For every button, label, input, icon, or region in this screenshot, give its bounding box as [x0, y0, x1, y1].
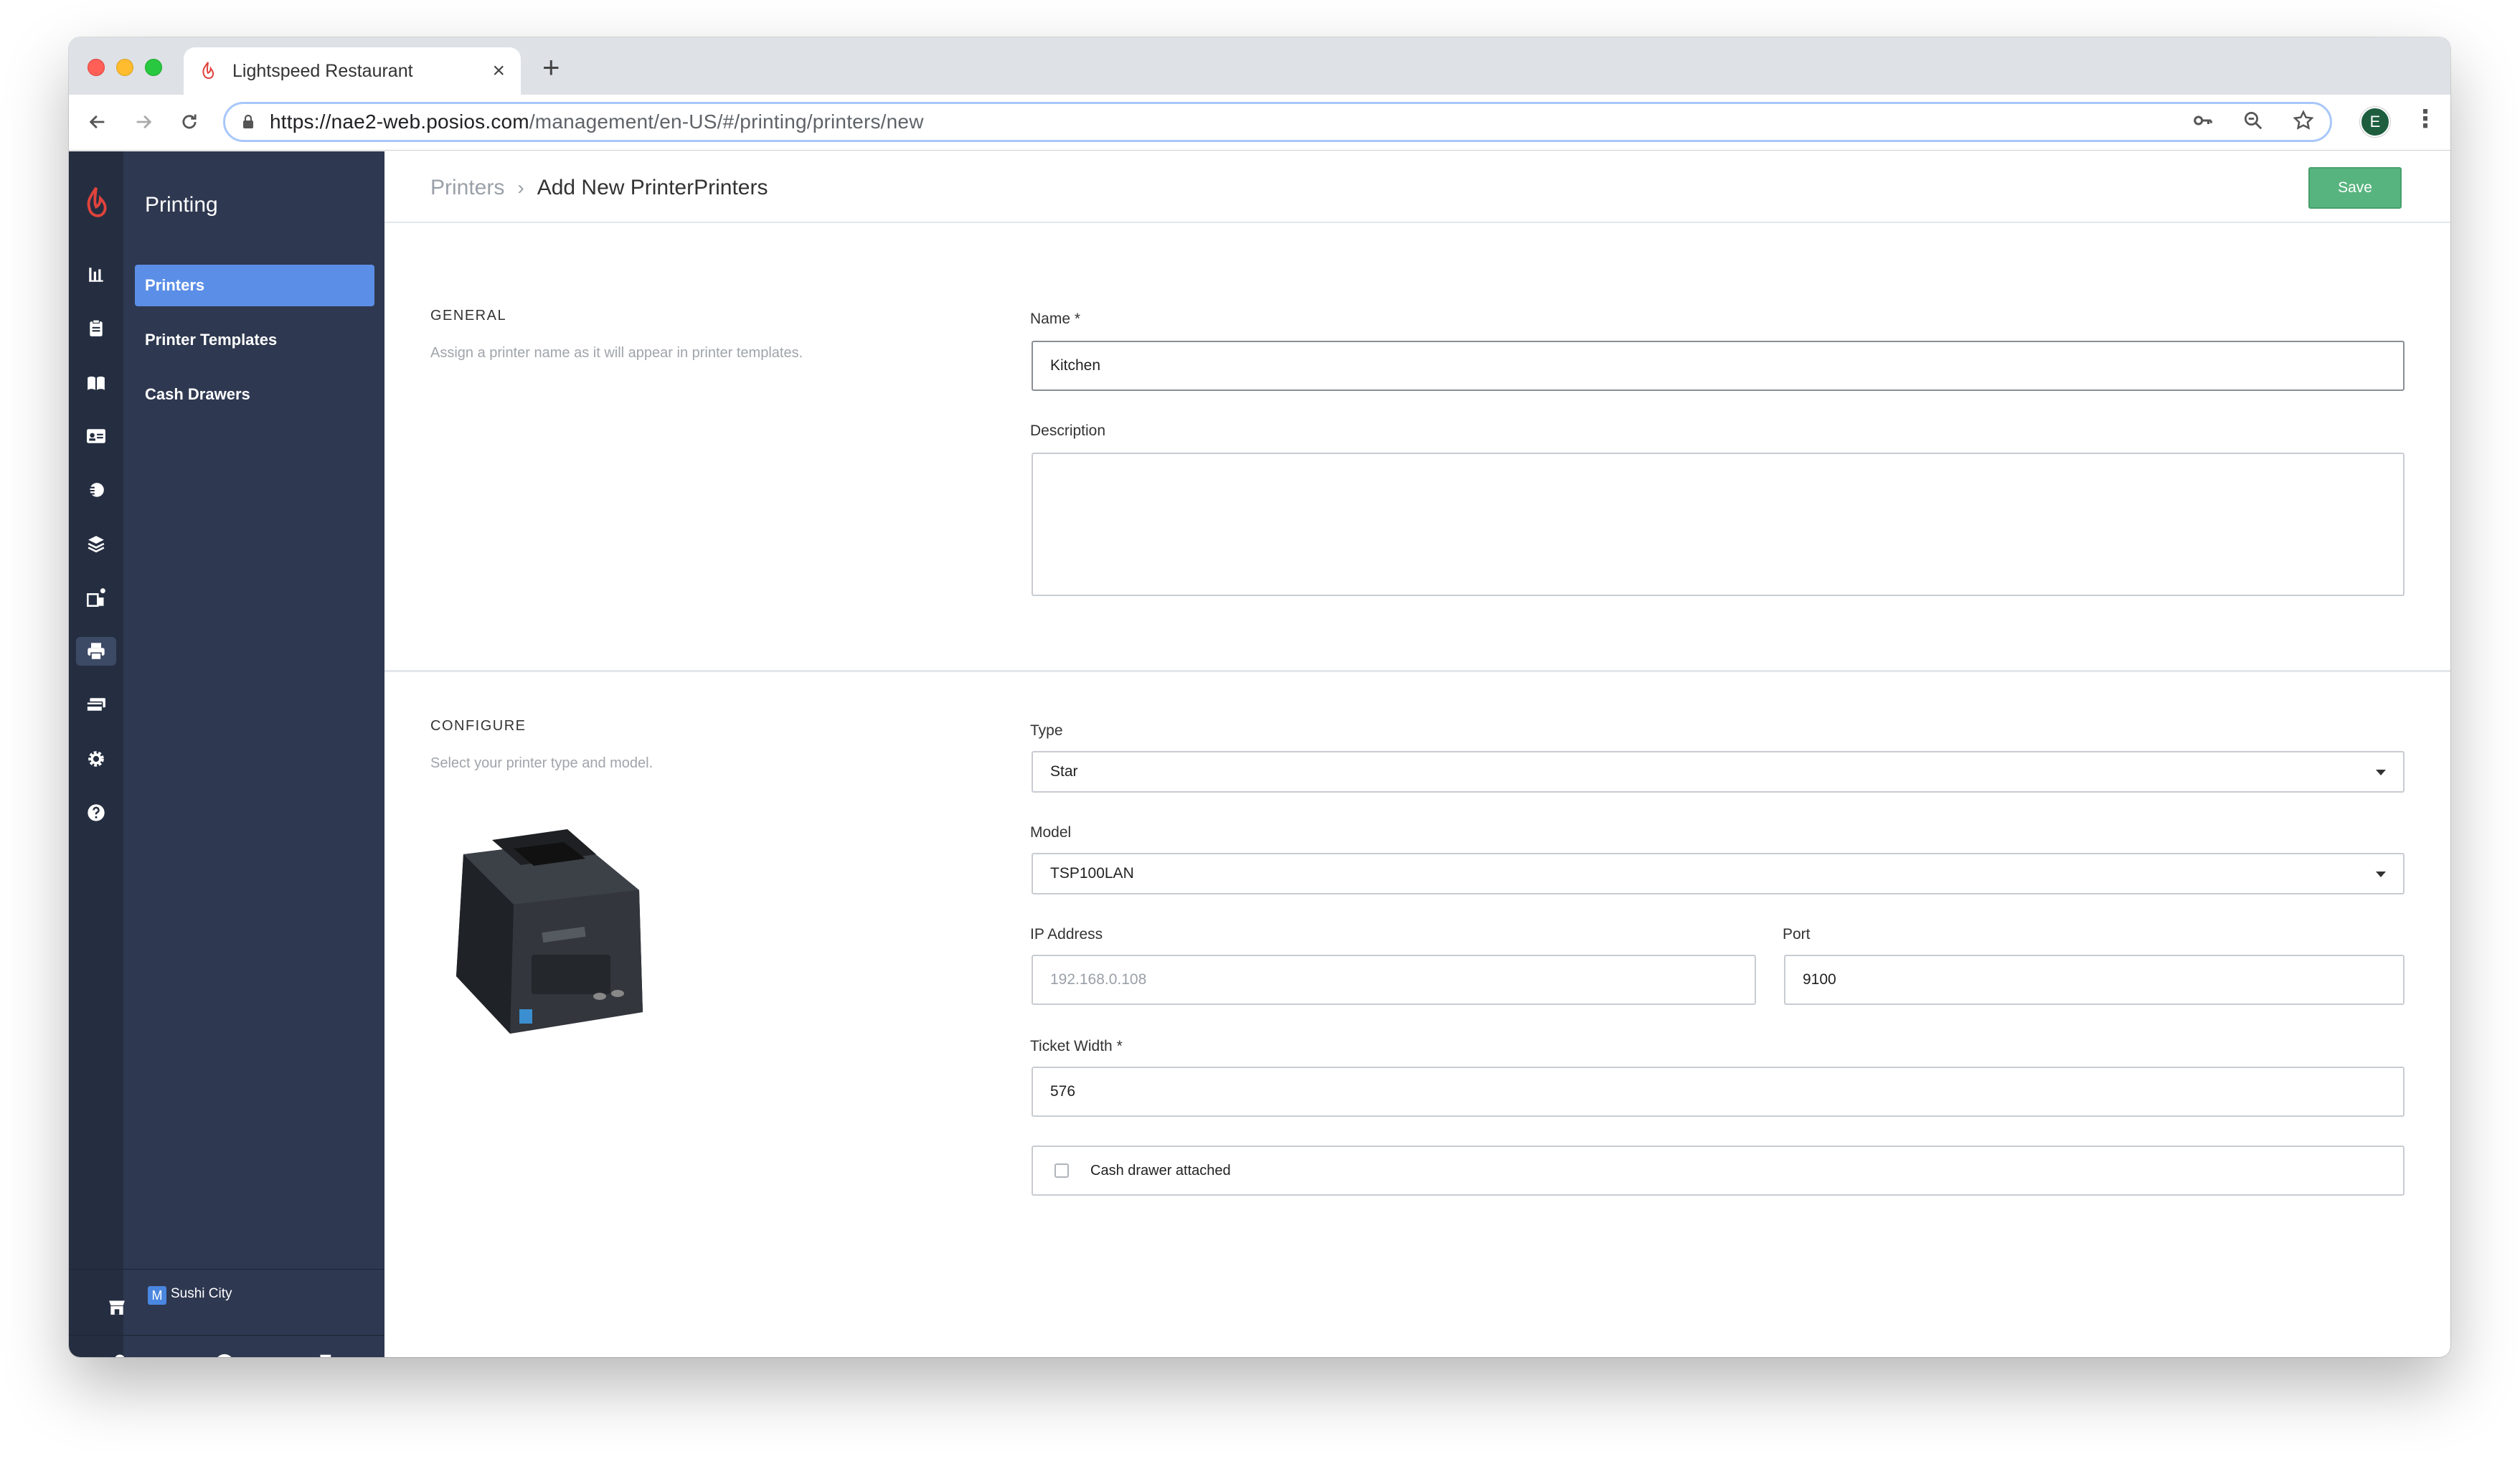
general-section-description: Assign a printer name as it will appear …	[430, 345, 803, 361]
address-bar[interactable]: https://nae2-web.posios.com/management/e…	[223, 102, 2332, 142]
lock-icon	[243, 115, 253, 128]
type-selected-value: Star	[1050, 763, 1078, 780]
icon-rail	[69, 151, 123, 1357]
tab-title: Lightspeed Restaurant	[232, 60, 413, 81]
store-name[interactable]: Sushi City	[171, 1286, 232, 1302]
help-icon[interactable]	[82, 798, 110, 827]
section-divider	[384, 670, 2450, 672]
lightspeed-logo-icon[interactable]	[83, 186, 109, 222]
chevron-down-icon	[2376, 770, 2386, 775]
printer-image	[456, 829, 643, 1034]
main-content: Printers › Add New PrinterPrinters Save …	[384, 151, 2450, 1357]
settings-gear-icon[interactable]	[82, 745, 110, 773]
ticket-width-label: Ticket Width *	[1030, 1038, 1123, 1054]
port-label: Port	[1783, 926, 1811, 943]
ip-address-field[interactable]: 192.168.0.108	[1032, 955, 1756, 1005]
new-tab-button[interactable]: +	[542, 50, 560, 85]
name-field[interactable]: Kitchen	[1032, 341, 2405, 391]
browser-toolbar: https://nae2-web.posios.com/management/e…	[69, 95, 2450, 151]
divider	[69, 1335, 384, 1336]
logout-icon[interactable]	[318, 1353, 341, 1357]
sidebar-item-cash-drawers[interactable]: Cash Drawers	[135, 374, 374, 415]
page-header: Printers › Add New PrinterPrinters Save	[384, 151, 2450, 223]
general-section-title: GENERAL	[430, 308, 507, 324]
configure-section-description: Select your printer type and model.	[430, 755, 653, 771]
port-field[interactable]: 9100	[1784, 955, 2405, 1005]
cash-drawer-option[interactable]: Cash drawer attached	[1032, 1146, 2405, 1196]
cash-drawer-label: Cash drawer attached	[1090, 1162, 1231, 1179]
name-label: Name *	[1030, 311, 1081, 327]
description-label: Description	[1030, 422, 1106, 439]
reload-icon[interactable]	[174, 106, 205, 138]
reports-icon[interactable]	[82, 260, 110, 289]
layers-icon[interactable]	[82, 529, 110, 558]
browser-window: Lightspeed Restaurant × + https://nae2-w…	[69, 37, 2450, 1357]
maximize-window-button[interactable]	[145, 59, 162, 76]
type-label: Type	[1030, 722, 1063, 739]
menu-icon[interactable]: ⋮	[2413, 105, 2438, 133]
notifications-bell-icon[interactable]	[109, 1353, 131, 1357]
payments-icon[interactable]	[82, 691, 110, 719]
close-window-button[interactable]	[88, 59, 105, 76]
devices-icon[interactable]	[82, 583, 110, 612]
loyalty-icon[interactable]	[82, 476, 110, 504]
star-icon[interactable]	[2293, 110, 2314, 131]
key-icon[interactable]	[2192, 110, 2214, 131]
breadcrumb: Printers › Add New PrinterPrinters	[430, 176, 768, 200]
profile-avatar[interactable]: E	[2360, 107, 2390, 137]
model-select[interactable]: TSP100LAN	[1032, 853, 2405, 894]
ticket-width-field[interactable]: 576	[1032, 1067, 2405, 1117]
subnav-title: Printing	[145, 193, 218, 217]
cash-drawer-checkbox[interactable]	[1054, 1163, 1069, 1178]
save-button[interactable]: Save	[2308, 167, 2402, 209]
url-text: https://nae2-web.posios.com/management/e…	[270, 110, 924, 133]
model-label: Model	[1030, 824, 1072, 841]
chevron-down-icon	[2376, 872, 2386, 877]
close-tab-icon[interactable]: ×	[492, 59, 505, 83]
account-icon[interactable]	[214, 1353, 235, 1357]
ip-address-label: IP Address	[1030, 926, 1103, 943]
description-textarea[interactable]	[1032, 453, 2405, 596]
type-select[interactable]: Star	[1032, 751, 2405, 793]
chevron-right-icon: ›	[517, 176, 524, 199]
minimize-window-button[interactable]	[116, 59, 133, 76]
clipboard-icon[interactable]	[82, 314, 110, 343]
url-host: https://nae2-web.posios.com	[270, 110, 529, 133]
browser-tab[interactable]: Lightspeed Restaurant ×	[184, 47, 521, 95]
store-icon[interactable]	[108, 1298, 126, 1321]
configure-section-title: CONFIGURE	[430, 718, 527, 734]
lightspeed-favicon-icon	[202, 62, 214, 79]
sidebar-item-printer-templates[interactable]: Printer Templates	[135, 319, 374, 361]
breadcrumb-printers-link[interactable]: Printers	[430, 176, 504, 200]
printer-nav-icon[interactable]	[76, 637, 116, 666]
divider	[69, 1269, 384, 1270]
menu-book-icon[interactable]	[82, 368, 110, 397]
store-badge: M	[148, 1286, 166, 1305]
model-selected-value: TSP100LAN	[1050, 865, 1134, 882]
url-path: /management/en-US/#/printing/printers/ne…	[529, 110, 924, 133]
zoom-icon[interactable]	[2242, 110, 2264, 131]
app-container: Printing Printers Printer Templates Cash…	[69, 151, 2450, 1357]
forward-icon[interactable]	[128, 106, 159, 138]
customer-card-icon[interactable]	[82, 422, 110, 450]
page-title: Add New PrinterPrinters	[537, 176, 768, 199]
sidebar-item-printers[interactable]: Printers	[135, 265, 374, 306]
back-icon[interactable]	[82, 106, 113, 138]
tab-strip: Lightspeed Restaurant × +	[69, 37, 2450, 95]
sub-navigation: Printing Printers Printer Templates Cash…	[123, 151, 384, 1357]
